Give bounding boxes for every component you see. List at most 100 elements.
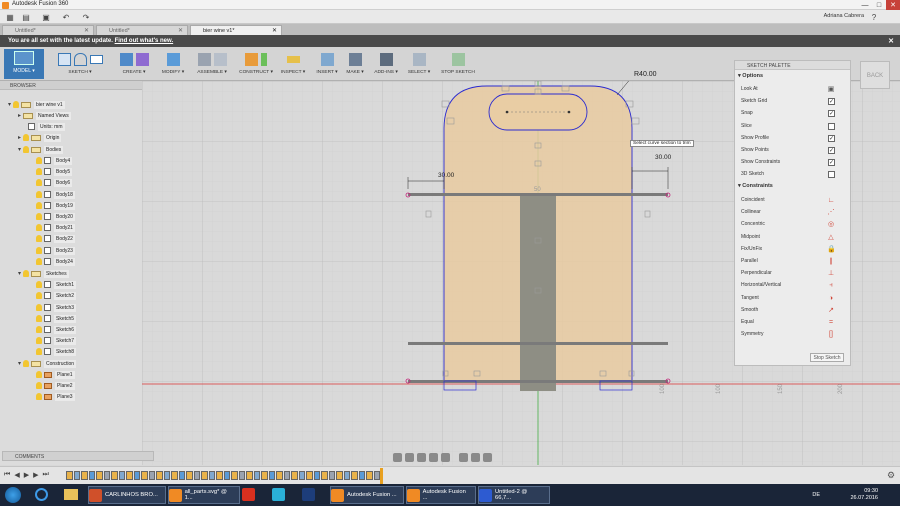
- timeline-feature-icon[interactable]: [96, 471, 103, 480]
- redo-icon[interactable]: ↷: [80, 12, 92, 22]
- stop-sketch-icon[interactable]: [451, 52, 465, 66]
- grid-menu-icon[interactable]: ▦: [4, 12, 16, 22]
- sketch-icon[interactable]: [57, 52, 71, 66]
- timeline-feature-icon[interactable]: [223, 471, 230, 480]
- tree-bodies[interactable]: ▾ Bodies: [18, 145, 64, 154]
- visibility-bulb-icon[interactable]: [36, 258, 42, 265]
- constraint-row[interactable]: Coincident ∟: [741, 197, 847, 205]
- right-width-dimension[interactable]: 30.00: [655, 154, 671, 161]
- pattern-icon[interactable]: [135, 52, 149, 66]
- tab-untitled-2[interactable]: Untitled* ✕: [96, 25, 188, 35]
- orbit-icon[interactable]: [393, 452, 402, 462]
- joint-icon[interactable]: [197, 52, 211, 66]
- handle-slot[interactable]: [488, 93, 588, 131]
- component-icon[interactable]: [213, 52, 227, 66]
- timeline-play-icon[interactable]: ▶: [24, 471, 29, 479]
- option-row[interactable]: Slice: [741, 122, 847, 131]
- expand-icon[interactable]: ▸: [18, 134, 21, 141]
- timeline-feature-icon[interactable]: [163, 471, 170, 480]
- palette-header[interactable]: SKETCH PALETTE: [735, 61, 850, 70]
- visibility-bulb-icon[interactable]: [36, 224, 42, 231]
- sketch-group[interactable]: SKETCH ▾: [50, 51, 110, 79]
- constraint-icon[interactable]: ◎: [827, 221, 835, 228]
- timeline-feature-icon[interactable]: [103, 471, 110, 480]
- visibility-bulb-icon[interactable]: [36, 202, 42, 209]
- tree-plane-item[interactable]: Plane2: [36, 381, 75, 390]
- visibility-bulb-icon[interactable]: [36, 326, 42, 333]
- tree-root[interactable]: ▾ bier wine v1: [8, 100, 65, 109]
- constraint-icon[interactable]: 🔒: [827, 246, 836, 253]
- timeline-feature-icon[interactable]: [81, 471, 88, 480]
- timeline-feature-icon[interactable]: [313, 471, 320, 480]
- look-at-icon[interactable]: [405, 452, 414, 462]
- tree-sketch-item[interactable]: Sketch7: [36, 336, 77, 345]
- option-row[interactable]: Sketch Grid ✓: [741, 98, 847, 106]
- maximize-button[interactable]: □: [872, 0, 886, 10]
- timeline-first-icon[interactable]: ⏮: [4, 471, 10, 479]
- minimize-button[interactable]: —: [858, 0, 872, 10]
- timeline-feature-icon[interactable]: [276, 471, 283, 480]
- base-shelf[interactable]: [408, 380, 668, 383]
- select-arrow-icon[interactable]: [412, 52, 426, 66]
- constraints-section-title[interactable]: ▾ Constraints: [738, 183, 773, 189]
- visibility-bulb-icon[interactable]: [36, 247, 42, 254]
- timeline-feature-icon[interactable]: [298, 471, 305, 480]
- workspace-switcher[interactable]: MODEL ▾: [4, 49, 44, 79]
- constraint-icon[interactable]: ⫞: [827, 282, 835, 289]
- close-icon[interactable]: ✕: [272, 27, 277, 34]
- inspect-group[interactable]: INSPECT ▾: [278, 51, 308, 79]
- save-icon[interactable]: ▣: [40, 12, 52, 22]
- visibility-bulb-icon[interactable]: [36, 348, 42, 355]
- stop-sketch-button[interactable]: Stop Sketch: [810, 353, 844, 362]
- visibility-bulb-icon[interactable]: [36, 304, 42, 311]
- timeline-feature-icon[interactable]: [343, 471, 350, 480]
- constraint-icon[interactable]: ◑: [827, 295, 835, 302]
- constraint-row[interactable]: Horizontal/Vertical ⫞: [741, 282, 847, 290]
- timeline-feature-icon[interactable]: [66, 471, 73, 480]
- timeline-last-icon[interactable]: ⏭: [42, 471, 48, 479]
- tree-sketch-item[interactable]: Sketch8: [36, 347, 77, 356]
- tree-body-item[interactable]: Body18: [36, 190, 75, 199]
- pan-icon[interactable]: [417, 452, 426, 462]
- display-settings-icon[interactable]: [459, 452, 468, 462]
- constraint-icon[interactable]: []: [827, 331, 835, 338]
- photoshop-icon[interactable]: [302, 488, 315, 501]
- constraint-icon[interactable]: =: [827, 319, 835, 326]
- timeline-feature-icon[interactable]: [261, 471, 268, 480]
- timeline-feature-icon[interactable]: [231, 471, 238, 480]
- tree-origin[interactable]: ▸ Origin: [18, 133, 62, 142]
- offset-plane-icon[interactable]: [245, 52, 258, 66]
- option-row[interactable]: Show Constraints ✓: [741, 159, 847, 167]
- user-name[interactable]: Adriana Cabrera: [824, 13, 864, 19]
- timeline-feature-icon[interactable]: [366, 471, 373, 480]
- timeline-feature-icon[interactable]: [306, 471, 313, 480]
- option-row[interactable]: Snap ✓: [741, 110, 847, 118]
- visibility-bulb-icon[interactable]: [36, 382, 42, 389]
- close-icon[interactable]: ✕: [178, 27, 183, 34]
- timeline-feature-icon[interactable]: [216, 471, 223, 480]
- option-row[interactable]: Look At ▣: [741, 86, 847, 94]
- visibility-bulb-icon[interactable]: [36, 168, 42, 175]
- visibility-bulb-icon[interactable]: [36, 371, 42, 378]
- viewports-icon[interactable]: [483, 452, 492, 462]
- make-group[interactable]: MAKE ▾: [342, 51, 368, 79]
- constraint-icon[interactable]: △: [827, 234, 835, 241]
- ie-icon[interactable]: [35, 488, 48, 501]
- option-checkbox[interactable]: ✓: [828, 110, 835, 118]
- browser-header[interactable]: BROWSER: [0, 81, 142, 90]
- taskbar-window-button[interactable]: CARLINHOS BRO...: [88, 486, 166, 504]
- visibility-bulb-icon[interactable]: [23, 360, 30, 367]
- timeline-next-icon[interactable]: ▶: [33, 471, 38, 479]
- measure-icon[interactable]: [286, 55, 300, 63]
- tab-untitled-1[interactable]: Untitled* ✕: [2, 25, 94, 35]
- constraint-row[interactable]: Perpendicular ⊥: [741, 270, 847, 278]
- expand-icon[interactable]: ▾: [8, 101, 11, 108]
- arc-icon[interactable]: [73, 52, 87, 66]
- visibility-bulb-icon[interactable]: [36, 292, 42, 299]
- visibility-bulb-icon[interactable]: [36, 157, 42, 164]
- back-viewcube-button[interactable]: BACK: [860, 61, 890, 89]
- timeline-feature-icon[interactable]: [253, 471, 260, 480]
- taskbar-window-button[interactable]: Untitled-2 @ 66,7...: [478, 486, 550, 504]
- visibility-bulb-icon[interactable]: [36, 337, 42, 344]
- option-row[interactable]: Show Points ✓: [741, 147, 847, 155]
